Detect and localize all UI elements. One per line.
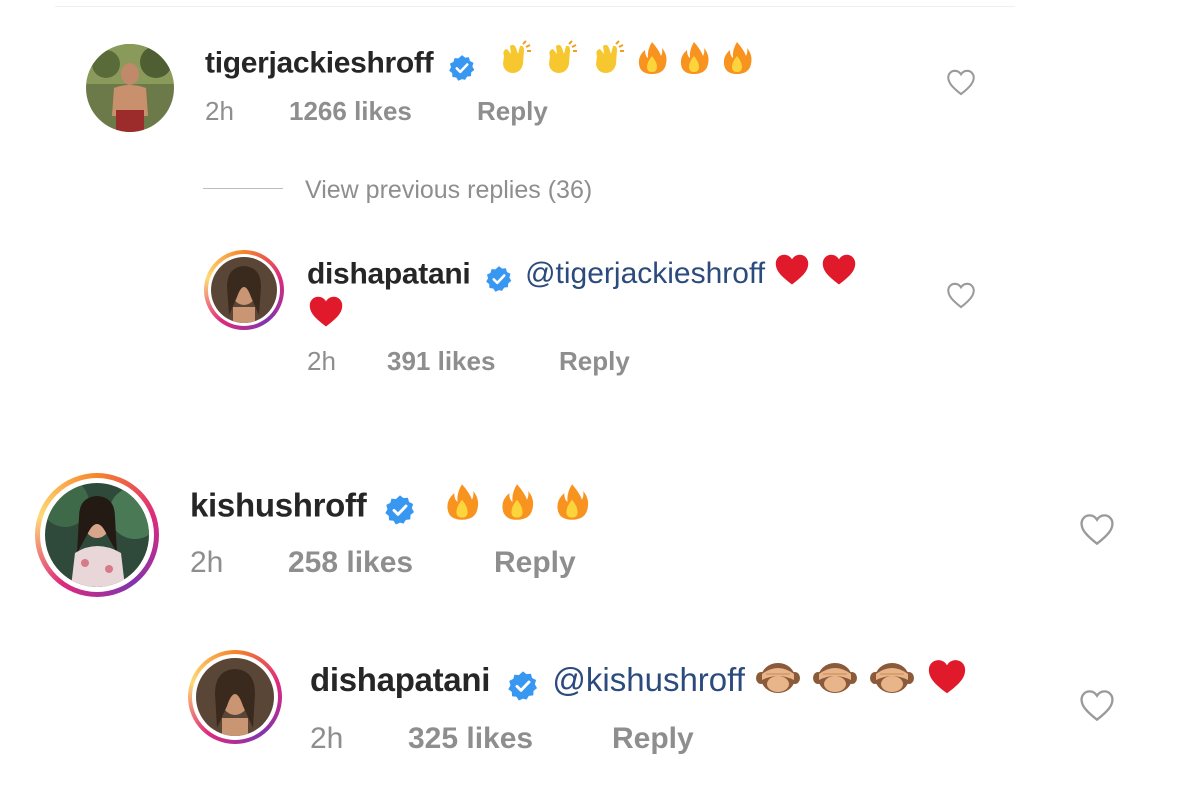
top-divider — [55, 6, 1015, 7]
verified-badge-icon — [485, 262, 513, 292]
username[interactable]: tigerjackieshroff — [205, 46, 434, 79]
timestamp: 2h — [310, 722, 344, 755]
comment-meta: 2h 325 likes Reply — [310, 722, 810, 758]
timestamp: 2h — [190, 546, 224, 579]
heart-outline-icon[interactable] — [1078, 688, 1116, 727]
emoji-group — [496, 40, 754, 89]
heart-outline-icon[interactable] — [945, 281, 977, 314]
emoji-group — [773, 252, 857, 299]
avatar[interactable] — [86, 44, 174, 132]
fire-emoji — [720, 40, 754, 89]
reply-button[interactable]: Reply — [612, 722, 694, 756]
avatar[interactable] — [211, 257, 277, 323]
fire-emoji — [553, 482, 591, 534]
view-previous-replies-label[interactable]: View previous replies (36) — [305, 176, 592, 205]
emoji-group — [443, 482, 591, 534]
username[interactable]: dishapatani — [307, 257, 471, 290]
red-heart-emoji — [773, 252, 811, 299]
heart-outline-icon[interactable] — [1078, 512, 1116, 551]
timestamp: 2h — [205, 96, 234, 126]
verified-badge-icon — [448, 51, 476, 81]
verified-badge-icon — [507, 667, 539, 701]
clapping-hands-emoji — [542, 40, 580, 89]
timestamp: 2h — [307, 346, 336, 376]
mention-link[interactable]: @tigerjackieshroff — [525, 257, 765, 290]
see-no-evil-monkey-emoji — [754, 656, 802, 709]
username[interactable]: dishapatani — [310, 661, 490, 698]
reply-button[interactable]: Reply — [494, 546, 576, 580]
comment-meta: 2h 391 likes Reply — [307, 346, 807, 376]
fire-emoji — [498, 482, 536, 534]
comment-meta: 2h 1266 likes Reply — [205, 96, 705, 126]
likes-count[interactable]: 1266 likes — [289, 96, 412, 127]
fire-emoji — [677, 40, 711, 89]
fire-emoji — [443, 482, 481, 534]
fire-emoji — [635, 40, 669, 89]
verified-badge-icon — [384, 492, 416, 525]
red-heart-emoji — [820, 252, 858, 299]
avatar[interactable] — [45, 483, 149, 587]
emoji-group — [754, 656, 968, 709]
clapping-hands-emoji — [496, 40, 534, 89]
likes-count[interactable]: 258 likes — [288, 546, 413, 580]
comment-meta: 2h 258 likes Reply — [190, 546, 690, 582]
reply-button[interactable]: Reply — [477, 96, 548, 127]
username[interactable]: kishushroff — [190, 487, 367, 524]
reply-button[interactable]: Reply — [559, 346, 630, 377]
clapping-hands-emoji — [589, 40, 627, 89]
avatar[interactable] — [196, 658, 274, 736]
likes-count[interactable]: 325 likes — [408, 722, 533, 756]
red-heart-emoji — [926, 657, 968, 708]
see-no-evil-monkey-emoji — [868, 656, 916, 709]
red-heart-emoji — [307, 294, 345, 333]
likes-count[interactable]: 391 likes — [387, 346, 495, 377]
mention-link[interactable]: @kishushroff — [552, 661, 744, 698]
comments-thread: tigerjackieshroff 2h 1266 likes Reply Vi… — [0, 0, 1200, 810]
replies-divider — [203, 188, 283, 189]
heart-outline-icon[interactable] — [945, 68, 977, 101]
see-no-evil-monkey-emoji — [811, 656, 859, 709]
